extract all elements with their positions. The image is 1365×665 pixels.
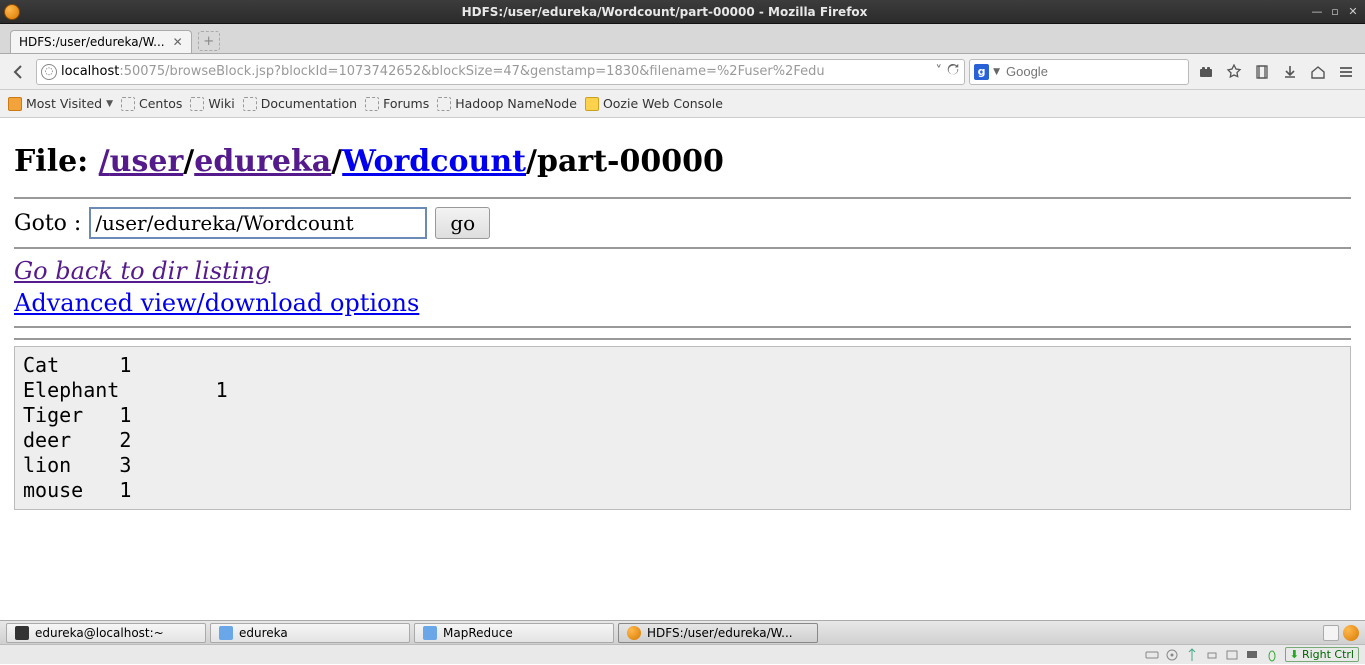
- most-visited-folder[interactable]: Most Visited ▼: [8, 96, 113, 111]
- breadcrumb-link-user[interactable]: /user: [99, 144, 184, 179]
- home-icon[interactable]: [1305, 59, 1331, 85]
- bookmark-wiki[interactable]: Wiki: [190, 96, 234, 111]
- vm-status-bar: ⬇ Right Ctrl: [0, 644, 1365, 664]
- bookmark-forums[interactable]: Forums: [365, 96, 429, 111]
- vm-mouse-icon: [1265, 648, 1279, 662]
- firefox-icon: [627, 626, 641, 640]
- maximize-button[interactable]: ▫: [1329, 6, 1341, 18]
- advanced-options-link[interactable]: Advanced view/download options: [14, 287, 1351, 319]
- breadcrumb-link-wordcount[interactable]: Wordcount: [342, 144, 526, 179]
- page-icon: [121, 97, 135, 111]
- most-visited-label: Most Visited: [26, 96, 102, 111]
- bookmark-label: Wiki: [208, 96, 234, 111]
- page-heading: File: /user/edureka/Wordcount/part-00000: [14, 144, 1351, 179]
- url-host: localhost: [61, 64, 119, 79]
- reading-list-icon[interactable]: [1249, 59, 1275, 85]
- taskbar-folder-edureka[interactable]: edureka: [210, 623, 410, 643]
- minimize-button[interactable]: —: [1311, 6, 1323, 18]
- taskbar-firefox-hdfs[interactable]: HDFS:/user/edureka/W...: [618, 623, 818, 643]
- tab-strip: HDFS:/user/edureka/W... ✕ +: [0, 24, 1365, 54]
- taskbar-folder-mapreduce[interactable]: MapReduce: [414, 623, 614, 643]
- bookmark-label: Hadoop NameNode: [455, 96, 577, 111]
- url-path: :50075/browseBlock.jsp?blockId=107374265…: [119, 64, 824, 79]
- new-tab-button[interactable]: +: [198, 31, 220, 51]
- close-window-button[interactable]: ✕: [1347, 6, 1359, 18]
- reload-icon[interactable]: [946, 63, 960, 81]
- divider: [14, 326, 1351, 328]
- lego-addon-icon[interactable]: [1193, 59, 1219, 85]
- window-title: HDFS:/user/edureka/Wordcount/part-00000 …: [24, 5, 1305, 19]
- terminal-icon: [15, 626, 29, 640]
- search-bar[interactable]: g ▼: [969, 59, 1189, 85]
- page-icon: [243, 97, 257, 111]
- taskbar-label: HDFS:/user/edureka/W...: [647, 626, 793, 640]
- file-output-box: Cat 1 Elephant 1 Tiger 1 deer 2 lion 3 m…: [14, 346, 1351, 510]
- oozie-icon: [585, 97, 599, 111]
- taskbar-label: edureka: [239, 626, 288, 640]
- downloads-icon[interactable]: [1277, 59, 1303, 85]
- heading-prefix: File:: [14, 144, 99, 179]
- vm-network-icon: [1205, 648, 1219, 662]
- taskbar-label: MapReduce: [443, 626, 513, 640]
- google-search-engine-icon[interactable]: g: [974, 64, 989, 80]
- bookmark-star-icon[interactable]: [1221, 59, 1247, 85]
- desktop-taskbar: edureka@localhost:~ edureka MapReduce HD…: [0, 620, 1365, 644]
- page-icon: [190, 97, 204, 111]
- host-key-label: Right Ctrl: [1302, 648, 1354, 661]
- tab-close-icon[interactable]: ✕: [173, 35, 183, 49]
- browser-tab[interactable]: HDFS:/user/edureka/W... ✕: [10, 30, 192, 53]
- vm-usb-icon: [1185, 648, 1199, 662]
- vm-hdd-icon: [1145, 648, 1159, 662]
- site-identity-icon[interactable]: ◌: [41, 64, 57, 80]
- navigation-toolbar: ◌ localhost:50075/browseBlock.jsp?blockI…: [0, 54, 1365, 90]
- host-key-arrow-icon: ⬇: [1290, 648, 1299, 661]
- search-input[interactable]: [1004, 63, 1184, 80]
- bookmark-centos[interactable]: Centos: [121, 96, 182, 111]
- most-visited-icon: [8, 97, 22, 111]
- vm-host-key-indicator[interactable]: ⬇ Right Ctrl: [1285, 647, 1359, 662]
- bookmark-documentation[interactable]: Documentation: [243, 96, 357, 111]
- divider: [14, 338, 1351, 340]
- search-engine-dropdown-icon[interactable]: ▼: [993, 67, 1000, 77]
- page-icon: [437, 97, 451, 111]
- bookmark-oozie[interactable]: Oozie Web Console: [585, 96, 723, 111]
- bookmark-label: Oozie Web Console: [603, 96, 723, 111]
- system-tray: [1323, 625, 1359, 641]
- back-button[interactable]: [6, 59, 32, 85]
- folder-icon: [219, 626, 233, 640]
- divider: [14, 197, 1351, 199]
- goto-row: Goto : go: [14, 207, 1351, 239]
- file-name: part-00000: [537, 144, 724, 179]
- goto-path-input[interactable]: [89, 207, 427, 239]
- taskbar-label: edureka@localhost:~: [35, 626, 164, 640]
- goto-label: Goto :: [14, 211, 81, 236]
- folder-icon: [423, 626, 437, 640]
- bookmarks-toolbar: Most Visited ▼ Centos Wiki Documentation…: [0, 90, 1365, 118]
- vm-shared-icon: [1225, 648, 1239, 662]
- tab-label: HDFS:/user/edureka/W...: [19, 35, 165, 49]
- bookmark-label: Centos: [139, 96, 182, 111]
- bookmark-hadoop-namenode[interactable]: Hadoop NameNode: [437, 96, 577, 111]
- tray-firefox-icon[interactable]: [1343, 625, 1359, 641]
- go-button[interactable]: go: [435, 207, 490, 239]
- page-icon: [365, 97, 379, 111]
- bookmark-label: Forums: [383, 96, 429, 111]
- bookmark-label: Documentation: [261, 96, 357, 111]
- go-back-link[interactable]: Go back to dir listing: [14, 255, 1351, 287]
- url-bar[interactable]: ◌ localhost:50075/browseBlock.jsp?blockI…: [36, 59, 965, 85]
- url-text: localhost:50075/browseBlock.jsp?blockId=…: [61, 64, 825, 79]
- breadcrumb-link-edureka[interactable]: edureka: [194, 144, 331, 179]
- firefox-app-icon: [4, 4, 20, 20]
- dropdown-history-icon[interactable]: ˅: [936, 64, 943, 79]
- window-titlebar: HDFS:/user/edureka/Wordcount/part-00000 …: [0, 0, 1365, 24]
- vm-cd-icon: [1165, 648, 1179, 662]
- page-content: File: /user/edureka/Wordcount/part-00000…: [0, 118, 1365, 606]
- divider: [14, 247, 1351, 249]
- taskbar-terminal[interactable]: edureka@localhost:~: [6, 623, 206, 643]
- chevron-down-icon: ▼: [106, 99, 113, 109]
- tray-clipboard-icon[interactable]: [1323, 625, 1339, 641]
- menu-hamburger-icon[interactable]: [1333, 59, 1359, 85]
- vm-display-icon: [1245, 648, 1259, 662]
